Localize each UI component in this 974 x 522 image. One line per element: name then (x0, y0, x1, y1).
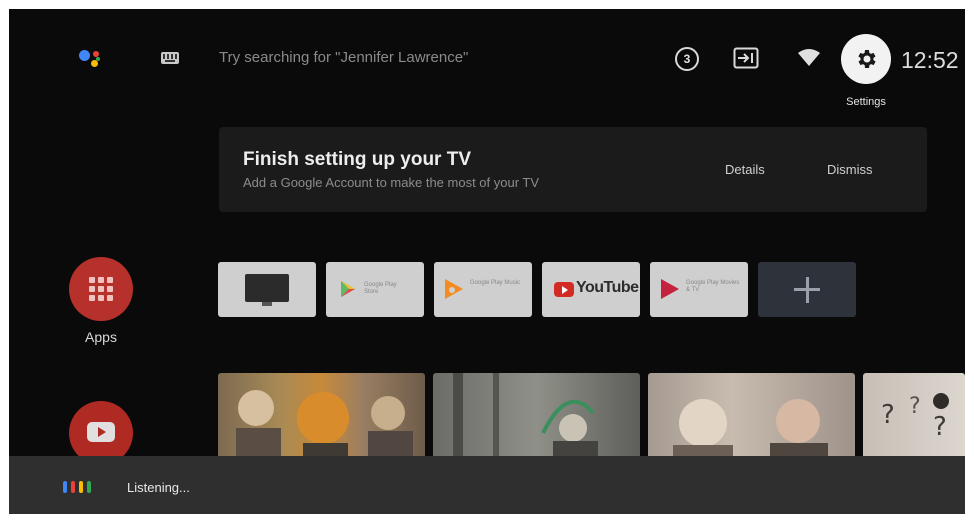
apps-grid-icon (89, 277, 113, 301)
add-app-tile[interactable] (758, 262, 856, 317)
details-button[interactable]: Details (725, 162, 765, 177)
banner-title: Finish setting up your TV (243, 149, 471, 170)
video-thumbnail[interactable] (648, 373, 855, 469)
settings-label: Settings (846, 96, 886, 108)
settings-button[interactable] (841, 34, 891, 84)
gear-icon (858, 50, 876, 68)
clock: 12:52 (901, 47, 959, 73)
play-store-label: Google Play Store (364, 282, 397, 295)
play-music-tile[interactable]: Google Play Music (434, 262, 532, 317)
setup-banner: Finish setting up your TV Add a Google A… (219, 127, 927, 212)
video-thumbnail[interactable]: ? ? ? (863, 373, 965, 469)
video-thumbnail[interactable] (218, 373, 425, 469)
play-store-tile[interactable]: Google Play Store (326, 262, 424, 317)
listening-label: Listening... (127, 480, 190, 495)
video-thumbnail[interactable] (433, 373, 640, 469)
thumbnail-image (453, 373, 598, 469)
notifications-badge[interactable]: 3 (675, 47, 699, 71)
wifi-icon[interactable] (797, 49, 821, 67)
play-movies-label: Google Play Movies & TV (686, 280, 740, 293)
search-input[interactable]: Try searching for "Jennifer Lawrence" (219, 49, 468, 66)
youtube-icon (87, 422, 115, 442)
svg-text:?: ? (881, 400, 895, 430)
svg-text:?: ? (933, 412, 947, 442)
dismiss-button[interactable]: Dismiss (827, 162, 873, 177)
google-assistant-icon[interactable] (77, 45, 107, 75)
tv-home-screen: Try searching for "Jennifer Lawrence" 3 … (9, 9, 965, 514)
apps-button[interactable] (69, 257, 133, 321)
live-tv-tile[interactable] (218, 262, 316, 317)
play-store-icon (341, 281, 355, 297)
banner-subtitle: Add a Google Account to make the most of… (243, 175, 540, 190)
thumbnail-image: ? ? ? (881, 393, 949, 442)
play-movies-tile[interactable]: Google Play Movies & TV (650, 262, 748, 317)
youtube-logo-icon (554, 282, 574, 297)
play-music-icon (445, 279, 463, 299)
apps-label: Apps (85, 329, 117, 345)
thumbnail-image (673, 399, 828, 469)
play-music-label: Google Play Music (470, 280, 521, 286)
keyboard-icon[interactable] (161, 52, 179, 64)
thumbnail-image (236, 390, 413, 469)
youtube-wordmark: YouTube (576, 279, 639, 296)
input-source-icon[interactable] (733, 47, 759, 69)
svg-text:?: ? (909, 394, 921, 419)
tv-icon (245, 274, 289, 306)
youtube-tile[interactable]: YouTube (542, 262, 640, 317)
voice-listening-bar: Listening... (9, 456, 965, 514)
play-movies-icon (661, 279, 679, 299)
voice-bars-icon (63, 479, 99, 495)
